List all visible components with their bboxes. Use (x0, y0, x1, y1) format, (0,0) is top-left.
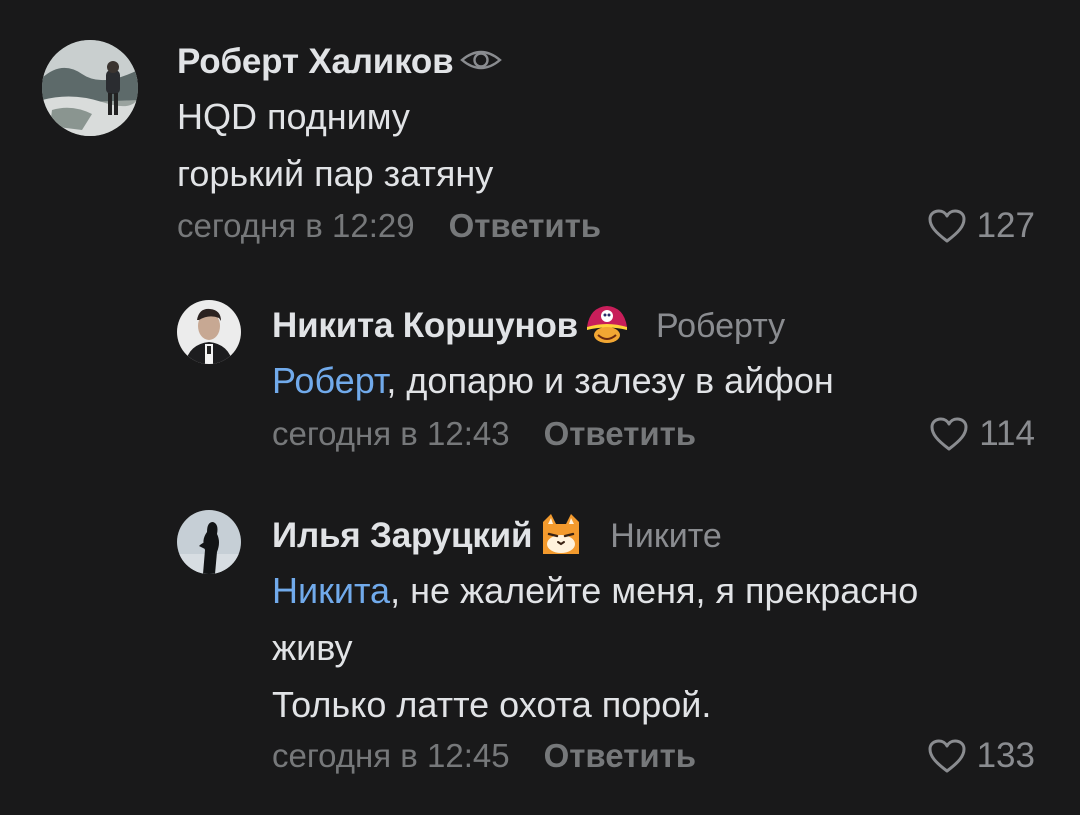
author-name[interactable]: Роберт Халиков (177, 42, 454, 82)
comment-text: HQD подниму горький пар затяну (177, 88, 1035, 202)
author-name[interactable]: Никита Коршунов (272, 306, 578, 346)
comment-text: Роберт, допарю и залезу в айфон (272, 352, 1035, 409)
comment-line: Никита, не жалейте меня, я прекрасно (272, 570, 919, 611)
comment-line: горький пар затяну (177, 153, 494, 194)
comment-date: сегодня в 12:29 (177, 207, 415, 244)
mention-link[interactable]: Никита (272, 570, 390, 611)
eye-icon (459, 48, 503, 77)
reply-to[interactable]: Никите (610, 517, 722, 556)
like-button[interactable]: 114 (929, 409, 1035, 459)
author-name[interactable]: Илья Заруцкий (272, 516, 532, 556)
avatar[interactable] (177, 510, 241, 574)
comment-text: Никита, не жалейте меня, я прекрасно жив… (272, 562, 1035, 733)
comment-line: HQD подниму (177, 96, 410, 137)
comment-meta: сегодня в 12:45 Ответить 133 (272, 731, 1035, 781)
like-button[interactable]: 127 (927, 201, 1035, 251)
reply-to[interactable]: Роберту (656, 307, 785, 346)
pirate-emoji-icon (584, 303, 630, 350)
comment-meta: сегодня в 12:43 Ответить 114 (272, 409, 1035, 459)
comment-line: живу (272, 627, 353, 668)
like-count: 133 (976, 736, 1035, 775)
heart-icon (928, 209, 966, 243)
reply-button[interactable]: Ответить (449, 207, 602, 245)
like-count: 114 (979, 414, 1035, 453)
comment-line: Роберт, допарю и залезу в айфон (272, 360, 834, 401)
like-count: 127 (976, 206, 1035, 245)
comment-date: сегодня в 12:45 (272, 737, 510, 774)
avatar[interactable] (42, 40, 138, 136)
comment-line: Только латте охота порой. (272, 684, 712, 725)
avatar[interactable] (177, 300, 241, 364)
comment-meta: сегодня в 12:29 Ответить 127 (177, 201, 1035, 251)
reply-button[interactable]: Ответить (544, 415, 697, 453)
cat-emoji-icon (538, 512, 584, 561)
mention-link[interactable]: Роберт (272, 360, 386, 401)
like-button[interactable]: 133 (927, 731, 1035, 781)
heart-icon (928, 739, 966, 773)
heart-icon (930, 417, 968, 451)
comment-date: сегодня в 12:43 (272, 415, 510, 452)
reply-button[interactable]: Ответить (544, 737, 697, 775)
